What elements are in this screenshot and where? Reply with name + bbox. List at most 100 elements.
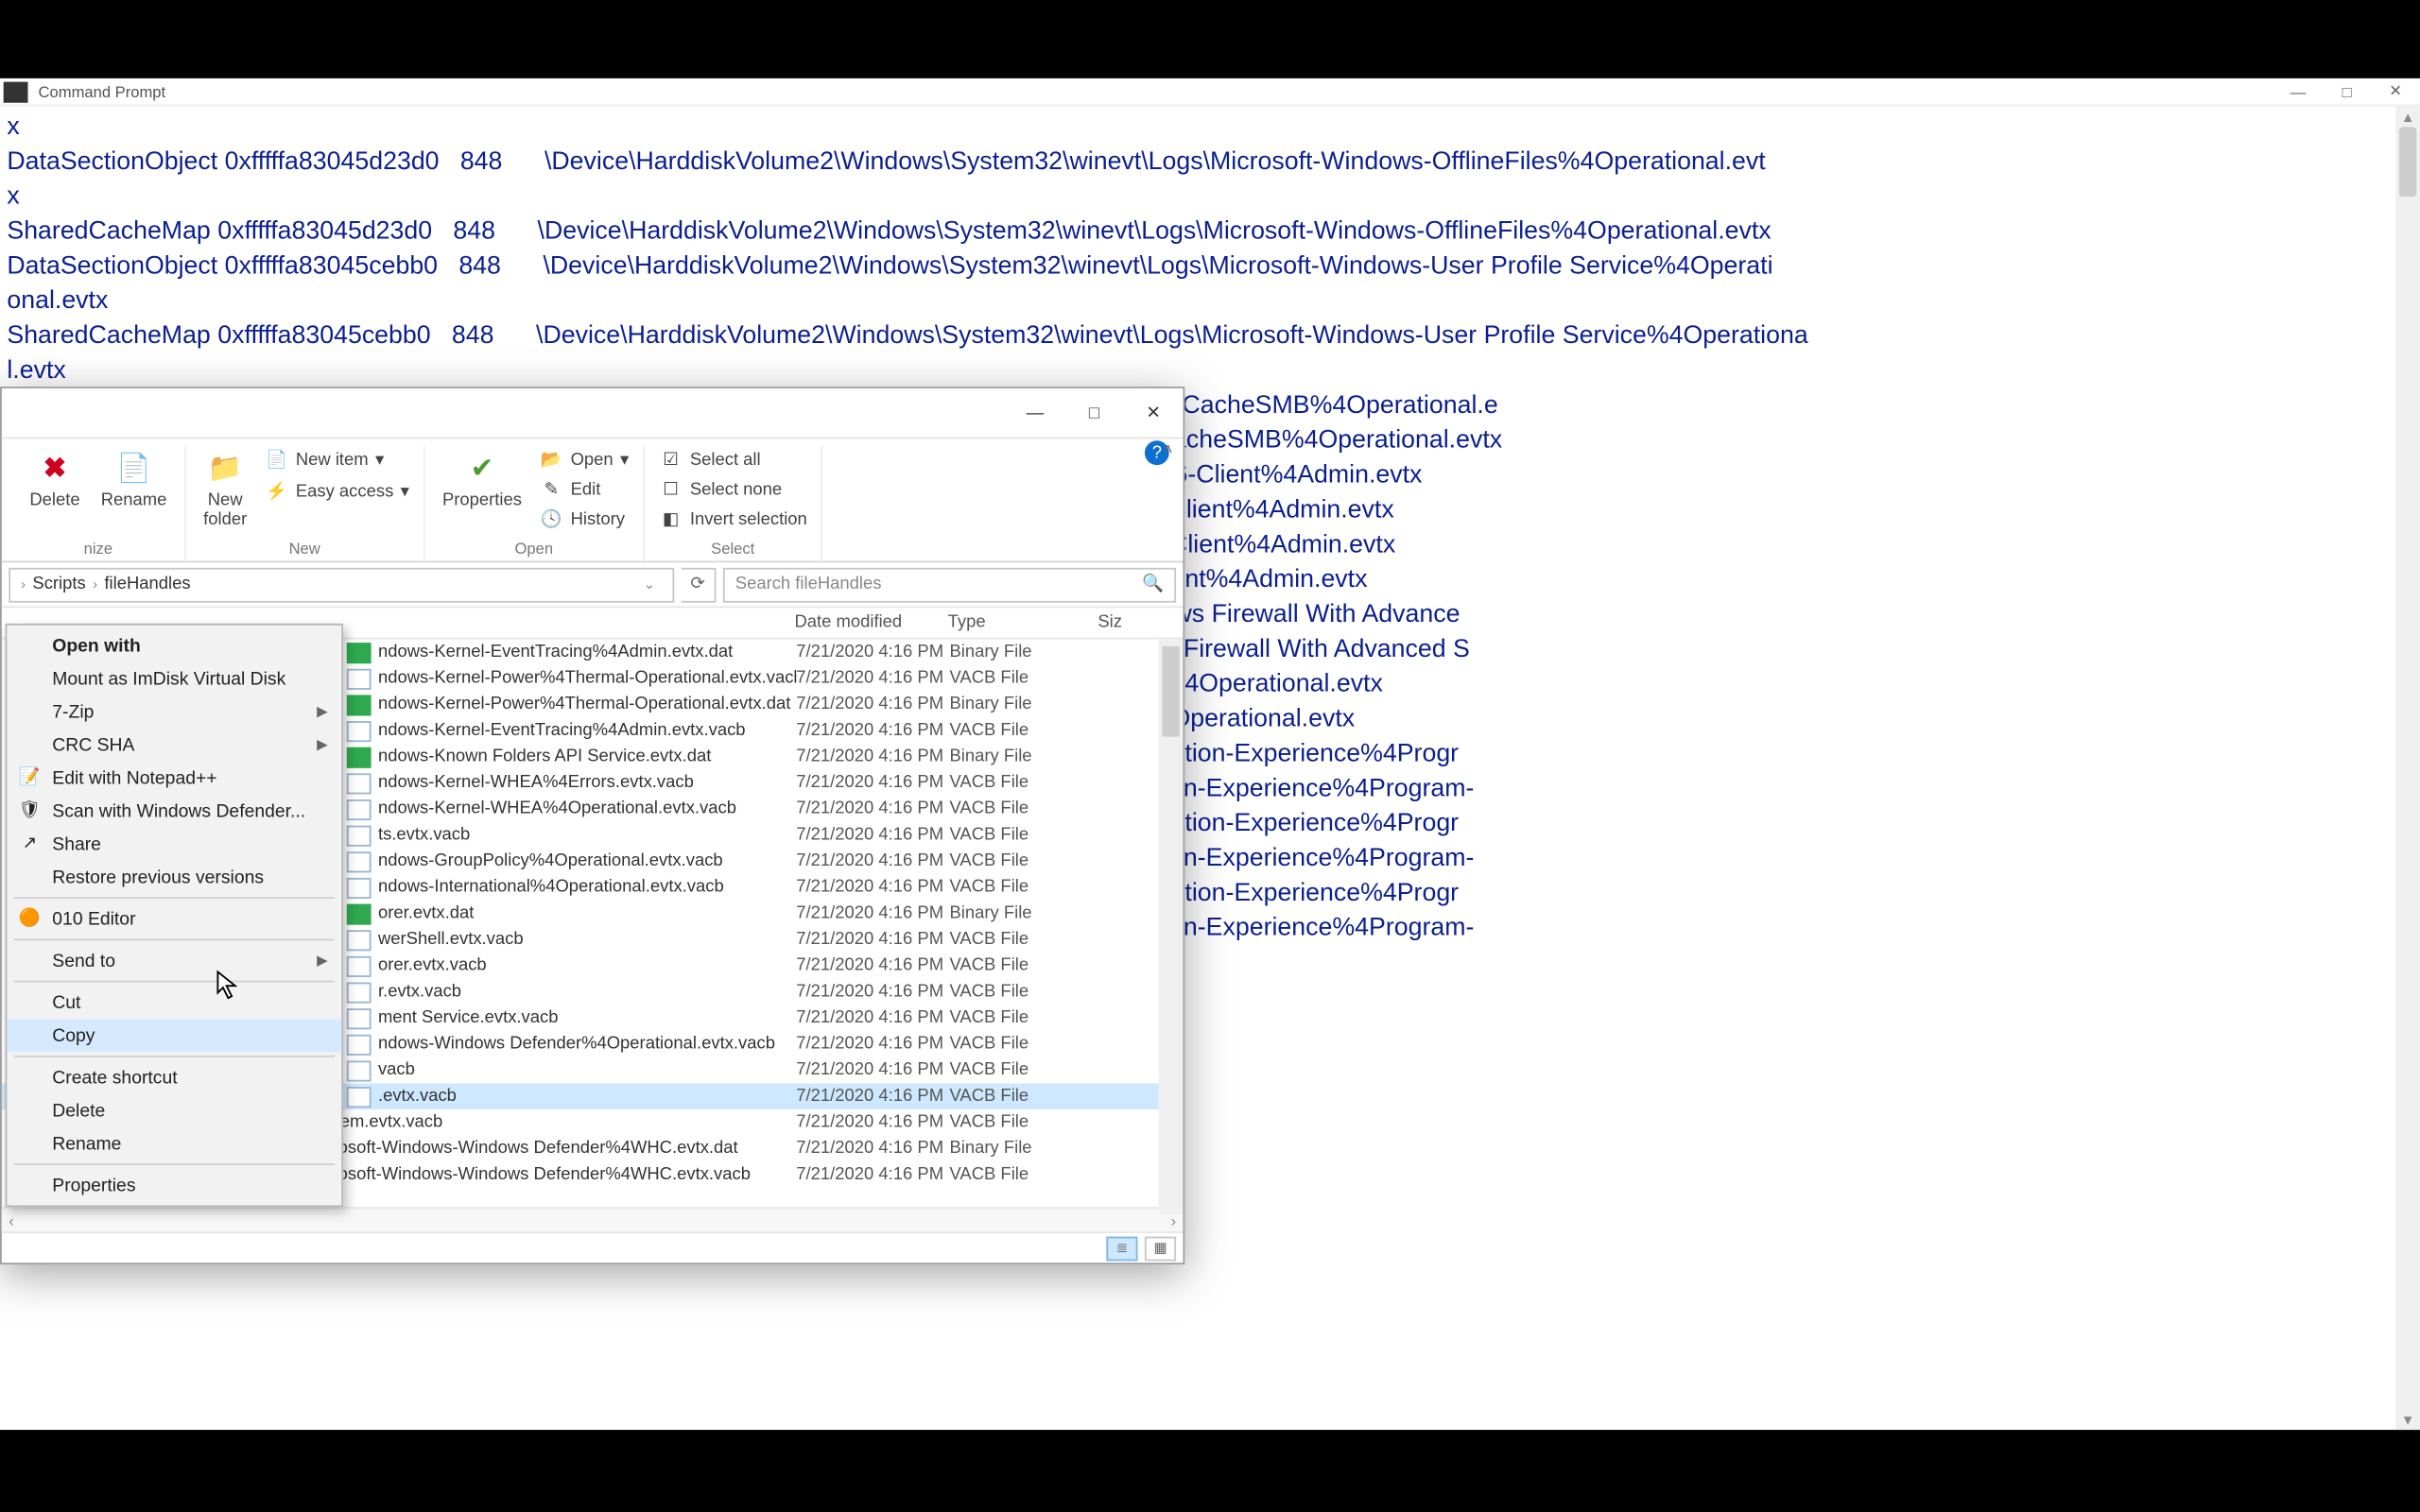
vacb-file-icon [347,772,372,793]
letterbox-top [0,0,2420,78]
dat-file-icon [347,747,372,767]
search-input[interactable]: Search fileHandles 🔍 [723,567,1176,602]
rename-button[interactable]: 📄 Rename [94,446,173,514]
menu-item-edit-with-notepad-[interactable]: 📝Edit with Notepad++ [7,761,341,794]
ribbon-group-organize: nize [84,540,112,557]
scroll-left-icon[interactable]: ‹ [9,1211,14,1228]
menu-item-delete[interactable]: Delete [7,1093,341,1126]
history-button[interactable]: 🕓History [536,505,632,532]
vacb-file-icon [347,955,372,976]
file-hscrollbar[interactable]: ‹› [2,1207,1184,1231]
new-folder-button[interactable]: 📁 New folder [197,446,254,533]
invert-selection-button[interactable]: ◧Invert selection [655,505,811,532]
file-date: 7/21/2020 4:16 PM [796,904,949,923]
file-type: VACB File [949,956,1071,975]
file-date: 7/21/2020 4:16 PM [796,643,949,662]
cmd-scrollbar[interactable]: ▲ ▼ [2395,106,2420,1430]
delete-button[interactable]: ✖ Delete [23,446,87,514]
file-date: 7/21/2020 4:16 PM [796,773,949,792]
select-all-icon: ☑ [659,448,683,472]
edit-button[interactable]: ✎Edit [536,475,632,503]
vacb-file-icon [347,668,372,689]
vscroll-thumb[interactable] [1162,646,1179,737]
details-view-button[interactable]: ≣ [1106,1236,1137,1261]
breadcrumb-filehandles[interactable]: fileHandles [104,575,190,593]
menu-item-share[interactable]: ↗Share [7,827,341,860]
chevron-right-icon: ▶ [317,704,327,720]
file-name: ts.evtx.vacb [378,826,796,845]
menu-item-open-with[interactable]: Open with [7,628,341,662]
file-vscrollbar[interactable] [1159,639,1184,1213]
ribbon-collapse-icon[interactable]: ˄ [1164,440,1173,457]
file-date: 7/21/2020 4:16 PM [796,1087,949,1106]
easy-access-icon: ⚡ [265,479,289,504]
properties-button[interactable]: ✔ Properties [436,446,529,533]
dat-file-icon [347,694,372,714]
menu-item-label: Properties [52,1175,135,1195]
search-placeholder: Search fileHandles [735,575,882,593]
ribbon-group-select: Select [711,540,754,557]
menu-item-create-shortcut[interactable]: Create shortcut [7,1060,341,1093]
file-name: ndows-Kernel-EventTracing%4Admin.evtx.da… [378,643,796,662]
vacb-file-icon [347,1060,372,1081]
menu-separator [14,981,335,983]
menu-item-label: Create shortcut [52,1067,177,1088]
menu-item-crc-sha[interactable]: CRC SHA▶ [7,728,341,761]
delete-label: Delete [29,491,79,510]
explorer-titlebar[interactable]: — □ ✕ [2,388,1184,438]
menu-item-send-to[interactable]: Send to▶ [7,944,341,977]
column-size[interactable]: Siz [1070,613,1122,632]
vacb-file-icon [347,825,372,846]
file-type: VACB File [949,669,1071,688]
column-type[interactable]: Type [948,613,1070,632]
refresh-button[interactable]: ⟳ [682,567,717,602]
file-type: Binary File [949,747,1071,766]
breadcrumb-scripts[interactable]: Scripts [32,575,85,593]
column-date[interactable]: Date modified [794,613,947,632]
file-date: 7/21/2020 4:16 PM [796,1165,949,1184]
scroll-down-icon[interactable]: ▼ [2395,1409,2420,1430]
minimize-button[interactable]: — [2273,77,2323,105]
file-type: Binary File [949,1139,1071,1158]
scroll-up-icon[interactable]: ▲ [2395,106,2420,127]
vacb-file-icon [347,850,372,871]
close-button[interactable]: ✕ [2371,77,2420,105]
shield-icon: 🛡 [17,799,42,823]
address-dropdown-icon[interactable]: ⌄ [636,576,662,593]
file-name: ndows-Kernel-Power%4Thermal-Operational.… [378,695,796,713]
chevron-right-icon: › [93,576,97,593]
menu-item-scan-with-windows-defender-[interactable]: 🛡Scan with Windows Defender... [7,794,341,827]
menu-item-010-editor[interactable]: 🟠010 Editor [7,902,341,936]
icons-view-button[interactable]: ▦ [1145,1236,1176,1261]
menu-item-7-zip[interactable]: 7-Zip▶ [7,695,341,728]
file-date: 7/21/2020 4:16 PM [796,747,949,766]
explorer-minimize-button[interactable]: — [1005,388,1064,438]
select-all-button[interactable]: ☑Select all [655,446,811,473]
menu-item-restore-previous-versions[interactable]: Restore previous versions [7,860,341,893]
breadcrumb[interactable]: › Scripts › fileHandles ⌄ [9,567,674,602]
menu-item-rename[interactable]: Rename [7,1126,341,1160]
explorer-close-button[interactable]: ✕ [1124,388,1184,438]
menu-item-cut[interactable]: Cut [7,986,341,1019]
menu-item-copy[interactable]: Copy [7,1019,341,1052]
cmd-titlebar[interactable]: Command Prompt — □ ✕ [0,78,2420,106]
menu-item-mount-as-imdisk-virtual-disk[interactable]: Mount as ImDisk Virtual Disk [7,662,341,695]
new-folder-label: New folder [203,491,247,530]
scroll-thumb[interactable] [2399,128,2416,198]
new-item-button[interactable]: 📄New item ▾ [261,446,413,473]
file-name: vacb [378,1060,796,1079]
vacb-file-icon [347,1007,372,1028]
easy-access-button[interactable]: ⚡Easy access ▾ [261,477,413,505]
properties-label: Properties [442,491,522,510]
context-menu[interactable]: Open withMount as ImDisk Virtual Disk7-Z… [6,624,344,1207]
file-date: 7/21/2020 4:16 PM [796,695,949,713]
menu-item-properties[interactable]: Properties [7,1169,341,1202]
explorer-maximize-button[interactable]: □ [1064,388,1124,438]
open-button[interactable]: 📂Open ▾ [536,446,632,473]
select-none-button[interactable]: ☐Select none [655,475,811,503]
maximize-button[interactable]: □ [2323,77,2372,105]
open-icon: 📂 [539,448,563,472]
file-name: ndows-GroupPolicy%4Operational.evtx.vacb [378,851,796,870]
file-date: 7/21/2020 4:16 PM [796,1035,949,1054]
file-name: orer.evtx.vacb [378,956,796,975]
